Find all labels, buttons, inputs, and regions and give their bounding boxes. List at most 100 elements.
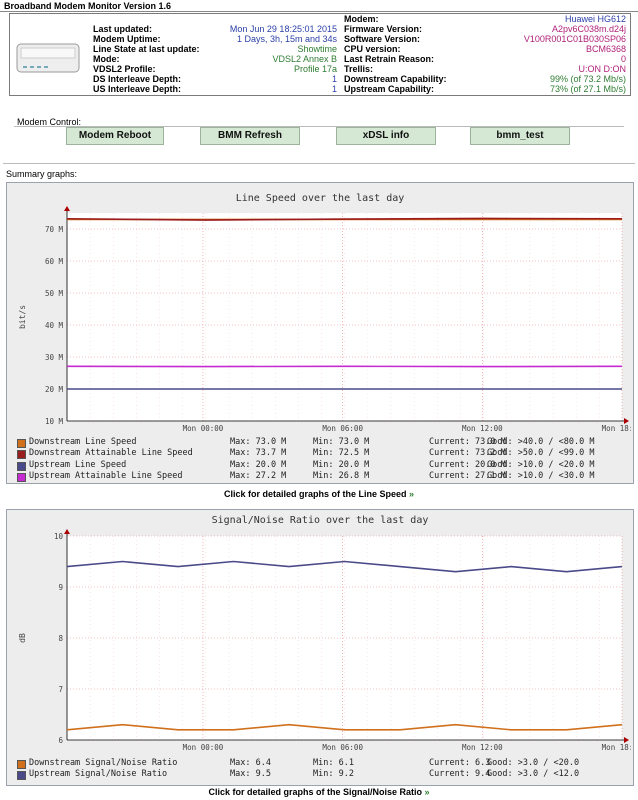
legend-good: Good: >10.0 / <30.0 M <box>487 470 595 481</box>
y-tick-label: 60 M <box>45 257 64 266</box>
legend-swatch <box>17 439 26 448</box>
y-tick-label: 50 M <box>45 289 64 298</box>
x-tick-label: Mon 06:00 <box>322 424 363 433</box>
status-label: CPU version: <box>344 44 401 54</box>
y-tick-label: 30 M <box>45 353 64 362</box>
legend-good: Good: >3.0 / <12.0 <box>487 769 580 780</box>
legend-row: Upstream Attainable Line Speed Max: 27.2 … <box>17 471 629 482</box>
status-value: 73% (of 27.1 Mb/s) <box>549 84 626 94</box>
legend-max: Max: 27.2 M <box>230 470 287 481</box>
legend-row: Upstream Signal/Noise Ratio Max: 9.5 Min: … <box>17 769 629 781</box>
x-tick-label: Mon 18:00 <box>602 424 631 433</box>
status-label: Mode: <box>93 54 120 64</box>
line-speed-legend: Downstream Line Speed Max: 73.0 M Min: 73.… <box>17 437 629 483</box>
status-value: V100R001C01B030SP06 <box>523 34 626 44</box>
x-tick-label: Mon 18:00 <box>602 743 631 752</box>
line-speed-link-label[interactable]: Click for detailed graphs of the Line Sp… <box>224 489 407 499</box>
x-tick-label: Mon 12:00 <box>462 743 503 752</box>
x-tick-label: Mon 06:00 <box>322 743 363 752</box>
modem-reboot-button[interactable]: Modem Reboot <box>66 127 164 145</box>
snr-graph[interactable]: Signal/Noise Ratio over the last day 678… <box>6 509 634 786</box>
legend-name: Upstream Signal/Noise Ratio <box>29 769 168 780</box>
legend-min: Min: 20.0 M <box>313 459 370 470</box>
status-label: DS Interleave Depth: <box>93 74 182 84</box>
y-axis-label: bit/s <box>18 305 27 329</box>
y-tick-label: 70 M <box>45 225 64 234</box>
legend-swatch <box>17 760 26 769</box>
x-tick-label: Mon 12:00 <box>462 424 503 433</box>
legend-row: Downstream Line Speed Max: 73.0 M Min: 73.… <box>17 437 629 448</box>
line-speed-graph[interactable]: Line Speed over the last day 10 M 20 M 30 … <box>6 182 634 484</box>
status-value: BCM6368 <box>585 44 626 54</box>
legend-row: Downstream Signal/Noise Ratio Max: 6.4 Min… <box>17 758 629 769</box>
status-label: Firmware Version: <box>344 24 423 34</box>
legend-max: Max: 73.7 M <box>230 448 287 459</box>
chevron-right-icon: » <box>424 787 430 797</box>
legend-max: Max: 20.0 M <box>230 459 287 470</box>
legend-swatch <box>17 472 26 482</box>
y-tick-label: 9 <box>58 583 63 592</box>
y-tick-label: 6 <box>58 736 63 745</box>
status-label: Downstream Capability: <box>344 74 447 84</box>
line-speed-chart: 10 M 20 M 30 M 40 M 50 M 60 M 70 M Mon 00:00 Mon… <box>18 206 631 433</box>
y-axis-arrow <box>64 529 70 534</box>
snr-chart: 6 7 8 9 10 Mon 00:00 Mon 06:00 Mon 12:00 Mon 18:… <box>18 529 631 752</box>
legend-current: Current: 9.4 <box>429 769 491 780</box>
status-value: 1 <box>331 84 337 94</box>
y-tick-label: 40 M <box>45 321 64 330</box>
y-tick-label: 7 <box>58 685 63 694</box>
xdsl-info-button[interactable]: xDSL info <box>336 127 436 145</box>
status-label: Modem Uptime: <box>93 34 161 44</box>
legend-name: Downstream Attainable Line Speed <box>29 448 193 459</box>
status-label: Line State at last update: <box>93 44 200 54</box>
legend-good: Good: >40.0 / <80.0 M <box>487 437 595 447</box>
status-label: Software Version: <box>344 34 421 44</box>
legend-name: Downstream Signal/Noise Ratio <box>29 758 178 768</box>
modem-status-panel: Last updated: Mon Jun 29 18:25:01 2015 Mod… <box>9 13 631 96</box>
bmm-test-button[interactable]: bmm_test <box>470 127 570 145</box>
x-tick-label: Mon 00:00 <box>183 424 224 433</box>
header-divider <box>0 11 638 12</box>
legend-swatch <box>17 771 26 781</box>
legend-good: Good: >50.0 / <99.0 M <box>487 448 595 459</box>
modem-image <box>16 43 80 73</box>
status-label: Modem: <box>344 14 379 24</box>
legend-min: Min: 9.2 <box>313 769 354 780</box>
legend-row: Upstream Line Speed Max: 20.0 M Min: 20.0 … <box>17 460 629 471</box>
status-label: US Interleave Depth: <box>93 84 182 94</box>
y-tick-label: 10 M <box>45 417 64 426</box>
chevron-right-icon: » <box>409 489 415 499</box>
legend-swatch <box>17 450 26 460</box>
bmm-refresh-button[interactable]: BMM Refresh <box>200 127 300 145</box>
status-value: Mon Jun 29 18:25:01 2015 <box>229 24 337 34</box>
status-value: VDSL2 Annex B <box>272 54 337 64</box>
status-value: Profile 17a <box>293 64 337 74</box>
snr-legend: Downstream Signal/Noise Ratio Max: 6.4 Min… <box>17 758 629 783</box>
snr-detail-link[interactable]: Click for detailed graphs of the Signal/… <box>0 787 638 797</box>
summary-divider <box>3 163 635 164</box>
legend-swatch <box>17 461 26 471</box>
legend-min: Min: 72.5 M <box>313 448 370 459</box>
y-tick-label: 8 <box>58 634 63 643</box>
status-value: 1 <box>331 74 337 84</box>
status-label: Last Retrain Reason: <box>344 54 435 64</box>
snr-link-label[interactable]: Click for detailed graphs of the Signal/… <box>208 787 422 797</box>
summary-graphs-title: Summary graphs: <box>6 169 78 179</box>
status-label: VDSL2 Profile: <box>93 64 156 74</box>
legend-max: Max: 6.4 <box>230 758 271 768</box>
legend-max: Max: 73.0 M <box>230 437 287 447</box>
legend-min: Min: 6.1 <box>313 758 354 768</box>
legend-row: Downstream Attainable Line Speed Max: 73.… <box>17 448 629 460</box>
status-value: 0 <box>620 54 626 64</box>
y-tick-label: 20 M <box>45 385 64 394</box>
status-value: U:ON D:ON <box>578 64 626 74</box>
legend-current: Current: 6.3 <box>429 758 491 768</box>
legend-good: Good: >10.0 / <20.0 M <box>487 459 595 470</box>
app-title: Broadband Modem Monitor Version 1.6 <box>4 1 172 11</box>
status-value: Showtime <box>297 44 337 54</box>
legend-name: Downstream Line Speed <box>29 437 137 447</box>
status-value: A2pv6C038m.d24j <box>551 24 626 34</box>
line-speed-detail-link[interactable]: Click for detailed graphs of the Line Sp… <box>0 489 638 499</box>
legend-min: Min: 73.0 M <box>313 437 370 447</box>
y-tick-label: 10 <box>54 532 64 541</box>
